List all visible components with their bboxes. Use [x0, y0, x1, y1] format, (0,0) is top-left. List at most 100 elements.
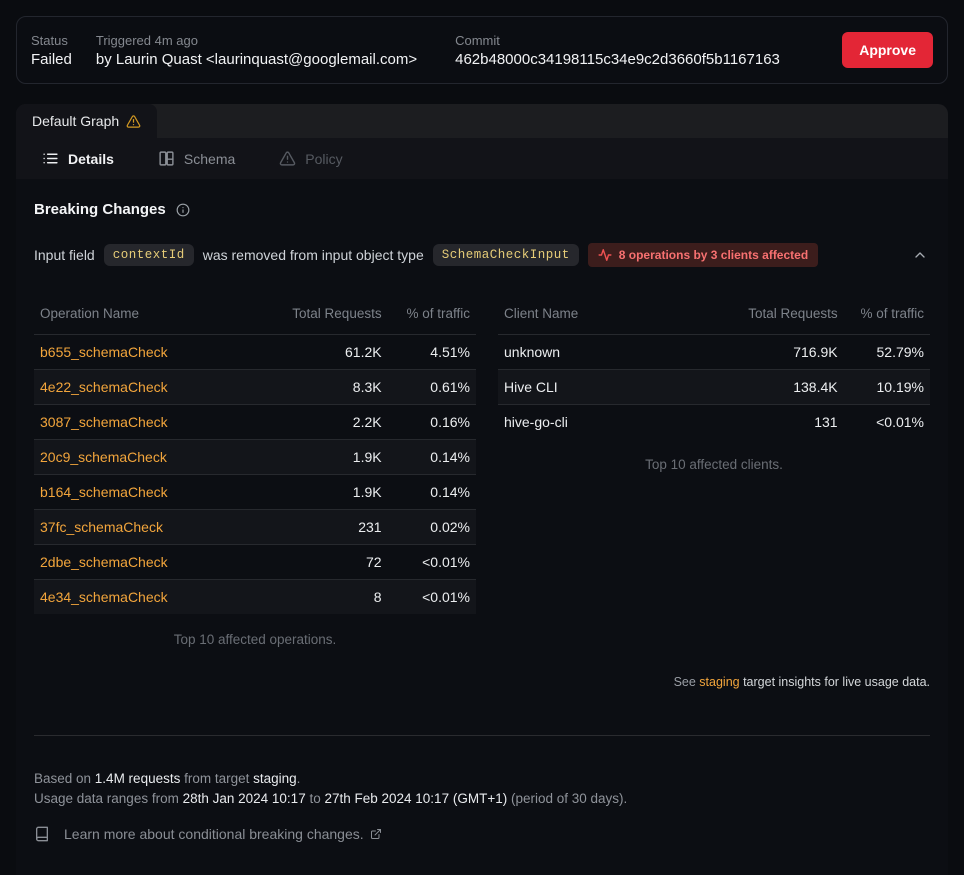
target-name: staging — [253, 771, 297, 786]
affected-badge-label: 8 operations by 3 clients affected — [619, 248, 808, 262]
check-summary-card: Status Failed Triggered 4m ago by Laurin… — [16, 16, 948, 84]
usage-text: from target — [180, 771, 253, 786]
date-range-start: 28th Jan 2024 10:17 — [183, 791, 306, 806]
operation-traffic: <0.01% — [388, 545, 476, 580]
change-text-middle: was removed from input object type — [203, 247, 424, 263]
tab-details[interactable]: Details — [42, 150, 114, 167]
table-row: hive-go-cli 131 <0.01% — [498, 405, 930, 440]
usage-text: to — [306, 791, 325, 806]
graph-tab-label: Default Graph — [32, 113, 119, 129]
operation-traffic: 0.16% — [388, 405, 476, 440]
operation-requests: 8 — [264, 580, 388, 615]
tab-policy-label: Policy — [305, 151, 342, 167]
commit-block: Commit 462b48000c34198115c34e9c2d3660f5b… — [455, 33, 780, 68]
info-icon[interactable] — [176, 203, 190, 217]
operations-header-name: Operation Name — [34, 295, 264, 335]
table-row: unknown 716.9K 52.79% — [498, 335, 930, 370]
change-type-code: SchemaCheckInput — [433, 244, 579, 266]
book-icon — [34, 826, 50, 842]
client-name: unknown — [498, 335, 723, 370]
learn-more-link[interactable]: Learn more about conditional breaking ch… — [34, 826, 930, 842]
insights-note-prefix: See — [674, 675, 700, 689]
operations-table-section: Operation Name Total Requests % of traff… — [34, 295, 476, 647]
operation-traffic: 0.14% — [388, 440, 476, 475]
chevron-up-icon[interactable] — [910, 245, 930, 265]
triggered-author: by Laurin Quast <laurinquast@googlemail.… — [96, 51, 417, 68]
operations-table-caption: Top 10 affected operations. — [34, 632, 476, 647]
operation-link[interactable]: 37fc_schemaCheck — [40, 519, 163, 535]
table-row: 4e22_schemaCheck 8.3K 0.61% — [34, 370, 476, 405]
approve-button[interactable]: Approve — [842, 32, 933, 68]
usage-text: (period of 30 days). — [507, 791, 627, 806]
status-block: Status Failed — [31, 33, 72, 68]
clients-table-section: Client Name Total Requests % of traffic … — [498, 295, 930, 472]
table-row: 2dbe_schemaCheck 72 <0.01% — [34, 545, 476, 580]
operations-header-requests: Total Requests — [264, 295, 388, 335]
learn-more-label: Learn more about conditional breaking ch… — [64, 826, 364, 842]
tab-schema-label: Schema — [184, 151, 235, 167]
tab-default-graph[interactable]: Default Graph — [16, 104, 157, 138]
staging-target-link[interactable]: staging — [699, 675, 739, 689]
insights-note: See staging target insights for live usa… — [34, 675, 930, 689]
table-row: 4e34_schemaCheck 8 <0.01% — [34, 580, 476, 615]
clients-table-caption: Top 10 affected clients. — [498, 457, 930, 472]
details-content: Breaking Changes Input field contextId w… — [16, 179, 948, 842]
status-value: Failed — [31, 51, 72, 68]
operation-requests: 72 — [264, 545, 388, 580]
schema-check-panel: Default Graph Details — [16, 104, 948, 875]
table-row: 37fc_schemaCheck 231 0.02% — [34, 510, 476, 545]
operation-link[interactable]: 4e22_schemaCheck — [40, 379, 168, 395]
tab-details-label: Details — [68, 151, 114, 167]
breaking-change-row[interactable]: Input field contextId was removed from i… — [34, 243, 930, 267]
activity-pulse-icon — [598, 248, 612, 262]
usage-text: Based on — [34, 771, 95, 786]
graph-tab-strip: Default Graph — [16, 104, 948, 138]
commit-label: Commit — [455, 33, 780, 48]
check-tabs: Details Schema Policy — [16, 138, 948, 179]
requests-count: 1.4M requests — [95, 771, 181, 786]
operation-traffic: 0.61% — [388, 370, 476, 405]
client-traffic: 52.79% — [844, 335, 930, 370]
operation-link[interactable]: 20c9_schemaCheck — [40, 449, 167, 465]
tab-schema[interactable]: Schema — [158, 150, 235, 167]
tab-policy[interactable]: Policy — [279, 150, 342, 167]
client-requests: 131 — [723, 405, 844, 440]
list-icon — [42, 150, 59, 167]
operation-requests: 2.2K — [264, 405, 388, 440]
operation-requests: 8.3K — [264, 370, 388, 405]
client-traffic: 10.19% — [844, 370, 930, 405]
operation-link[interactable]: 3087_schemaCheck — [40, 414, 168, 430]
table-row: b164_schemaCheck 1.9K 0.14% — [34, 475, 476, 510]
table-row: 3087_schemaCheck 2.2K 0.16% — [34, 405, 476, 440]
section-divider — [34, 735, 930, 736]
clients-table: Client Name Total Requests % of traffic … — [498, 295, 930, 439]
clients-header-name: Client Name — [498, 295, 723, 335]
date-range-end: 27th Feb 2024 10:17 (GMT+1) — [324, 791, 507, 806]
usage-text: Usage data ranges from — [34, 791, 183, 806]
external-link-icon — [370, 828, 382, 840]
table-row: Hive CLI 138.4K 10.19% — [498, 370, 930, 405]
operation-link[interactable]: b655_schemaCheck — [40, 344, 168, 360]
usage-summary-line1: Based on 1.4M requests from target stagi… — [34, 769, 930, 789]
client-requests: 138.4K — [723, 370, 844, 405]
operation-link[interactable]: 2dbe_schemaCheck — [40, 554, 168, 570]
client-traffic: <0.01% — [844, 405, 930, 440]
breaking-changes-title: Breaking Changes — [34, 201, 166, 218]
client-name: hive-go-cli — [498, 405, 723, 440]
clients-header-requests: Total Requests — [723, 295, 844, 335]
triggered-block: Triggered 4m ago by Laurin Quast <laurin… — [96, 33, 417, 68]
affected-operations-badge[interactable]: 8 operations by 3 clients affected — [588, 243, 818, 267]
change-field-code: contextId — [104, 244, 194, 266]
operation-traffic: <0.01% — [388, 580, 476, 615]
operation-link[interactable]: 4e34_schemaCheck — [40, 589, 168, 605]
client-requests: 716.9K — [723, 335, 844, 370]
operation-requests: 231 — [264, 510, 388, 545]
status-label: Status — [31, 33, 72, 48]
operation-traffic: 0.14% — [388, 475, 476, 510]
operation-link[interactable]: b164_schemaCheck — [40, 484, 168, 500]
operation-traffic: 4.51% — [388, 335, 476, 370]
operation-requests: 61.2K — [264, 335, 388, 370]
table-row: 20c9_schemaCheck 1.9K 0.14% — [34, 440, 476, 475]
operation-requests: 1.9K — [264, 440, 388, 475]
commit-hash: 462b48000c34198115c34e9c2d3660f5b1167163 — [455, 51, 780, 68]
